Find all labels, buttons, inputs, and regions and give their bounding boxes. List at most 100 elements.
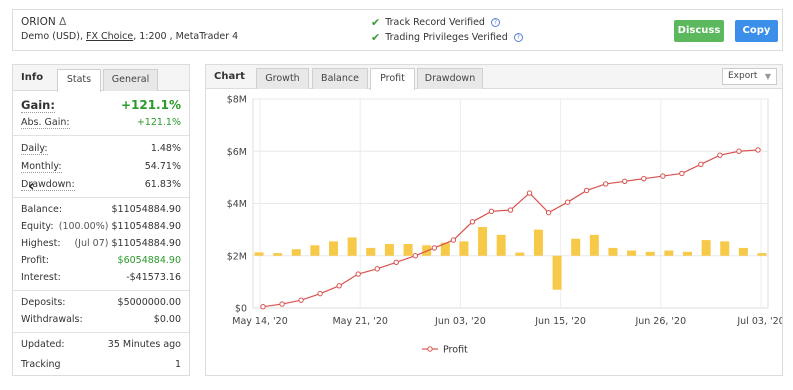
- daily-profit-bar: [589, 234, 599, 256]
- legend-marker: [427, 346, 433, 352]
- divider: [13, 135, 189, 136]
- track-record-label: Track Record Verified: [385, 17, 485, 28]
- profit-point: [545, 209, 552, 216]
- daily-profit-bar: [478, 227, 488, 256]
- profit-point: [469, 219, 476, 225]
- withdrawals-row: Withdrawals: $0.00: [21, 314, 181, 328]
- profit-point: [412, 253, 419, 259]
- y-tick-label: $4M: [227, 199, 247, 210]
- updated-label: Updated:: [21, 339, 65, 350]
- daily-profit-bar: [515, 252, 525, 256]
- daily-profit-bar: [533, 229, 543, 256]
- tab-stats[interactable]: Stats: [57, 69, 101, 92]
- profit-value: $6054884.90: [117, 255, 181, 266]
- daily-profit-bar: [291, 249, 301, 256]
- updated-row: Updated: 35 Minutes ago: [21, 339, 181, 353]
- profit-point: [298, 297, 304, 303]
- profit-point: [279, 301, 285, 307]
- highest-label: Highest:: [21, 238, 61, 249]
- drawdown-row: Drawdown: 61.83%: [21, 179, 181, 193]
- help-icon[interactable]: ?: [513, 33, 523, 42]
- abs-gain-label: Abs. Gain:: [21, 117, 70, 129]
- daily-profit-bar: [645, 251, 655, 256]
- x-tick-label: May 21, '20: [332, 316, 388, 327]
- profit-point: [641, 175, 647, 182]
- profit-point: [374, 266, 380, 272]
- profit-point: [564, 199, 571, 205]
- withdrawals-value: $0.00: [153, 314, 181, 325]
- broker-link[interactable]: FX Choice: [86, 31, 133, 42]
- daily-profit-bar: [738, 247, 748, 256]
- account-details: Demo (USD), FX Choice, 1:200 , MetaTrade…: [21, 31, 238, 42]
- daily-profit-bar: [310, 245, 320, 256]
- daily-label: Daily:: [21, 143, 48, 155]
- daily-profit-bar: [347, 237, 357, 256]
- y-tick-label: $0: [235, 304, 247, 315]
- profit-label: Profit:: [21, 255, 49, 266]
- track-record-verified: ✔ Track Record Verified ?: [371, 16, 500, 29]
- balance-value: $11054884.90: [111, 204, 181, 215]
- abs-gain-row: Abs. Gain: +121.1%: [21, 117, 181, 131]
- daily-profit-bar: [403, 243, 413, 256]
- highest-date: (Jul 07): [74, 238, 109, 249]
- daily-profit-bar: [459, 241, 469, 256]
- daily-profit-bar: [720, 241, 730, 256]
- x-tick-label: Jun 03, '20: [434, 316, 486, 327]
- profit-point: [488, 208, 495, 215]
- account-type: Demo (USD),: [21, 31, 83, 42]
- highest-row: Highest: (Jul 07) $11054884.90: [21, 238, 181, 252]
- divider: [13, 332, 189, 333]
- daily-profit-bar: [552, 255, 562, 290]
- copy-button[interactable]: Copy: [735, 20, 778, 42]
- y-tick-label: $8M: [227, 95, 247, 106]
- deposits-label: Deposits:: [21, 297, 66, 308]
- abs-gain-value: +121.1%: [136, 117, 181, 128]
- stats-tabbar: Info Stats General: [13, 65, 189, 92]
- stats-panel: Info Stats General Gain: +121.1% Abs. Ga…: [12, 64, 190, 376]
- tab-general[interactable]: General: [103, 69, 158, 91]
- info-title: Info: [21, 72, 44, 83]
- daily-profit-bar: [701, 240, 711, 256]
- check-icon: ✔: [371, 16, 381, 29]
- divider: [13, 290, 189, 291]
- daily-profit-bar: [664, 250, 674, 256]
- monthly-row: Monthly: 54.71%: [21, 161, 181, 175]
- profit-chart: $0 $2M $4M $6M $8M May 14, '20 May 21, '20 Jun …: [227, 95, 782, 356]
- gain-row: Gain: +121.1%: [21, 98, 181, 114]
- updated-value: 35 Minutes ago: [107, 339, 181, 350]
- daily-profit-bar: [627, 250, 637, 256]
- balance-label: Balance:: [21, 204, 63, 215]
- account-name: ORION Δ: [21, 16, 66, 28]
- profit-point: [393, 259, 399, 265]
- prev-arrow-icon[interactable]: ‹: [28, 176, 35, 195]
- x-tick-label: Jun 15, '20: [534, 316, 586, 327]
- profit-point: [660, 173, 666, 179]
- legend-label: Profit: [443, 345, 468, 356]
- profit-row: Profit: $6054884.90: [21, 255, 181, 269]
- profit-point: [602, 181, 609, 187]
- daily-value: 1.48%: [150, 143, 181, 154]
- discuss-button[interactable]: Discuss: [674, 20, 724, 42]
- highest-value: $11054884.90: [111, 238, 181, 249]
- equity-row: Equity: (100.00%) $11054884.90: [21, 221, 181, 235]
- daily-profit-bar: [571, 238, 581, 256]
- daily-profit-bar: [496, 234, 506, 256]
- daily-profit-bar: [366, 247, 376, 256]
- help-icon[interactable]: ?: [490, 18, 500, 27]
- daily-profit-bar: [757, 253, 767, 256]
- profit-point: [755, 147, 761, 153]
- chart-panel: Chart Growth Balance Profit Drawdown Exp…: [205, 64, 783, 376]
- profit-point: [450, 237, 457, 243]
- check-icon: ✔: [371, 31, 381, 44]
- account-header: ORION Δ Demo (USD), FX Choice, 1:200 , M…: [12, 9, 783, 51]
- interest-row: Interest: -$41573.16: [21, 272, 181, 286]
- equity-label: Equity:: [21, 221, 54, 232]
- daily-row: Daily: 1.48%: [21, 143, 181, 157]
- profit-point: [736, 148, 742, 154]
- profit-point: [431, 245, 438, 251]
- monthly-label: Monthly:: [21, 161, 62, 173]
- profit-point: [336, 283, 342, 289]
- profit-point: [698, 161, 704, 168]
- x-tick-label: Jul 03, '20: [736, 316, 782, 327]
- tracking-value: 1: [174, 359, 181, 370]
